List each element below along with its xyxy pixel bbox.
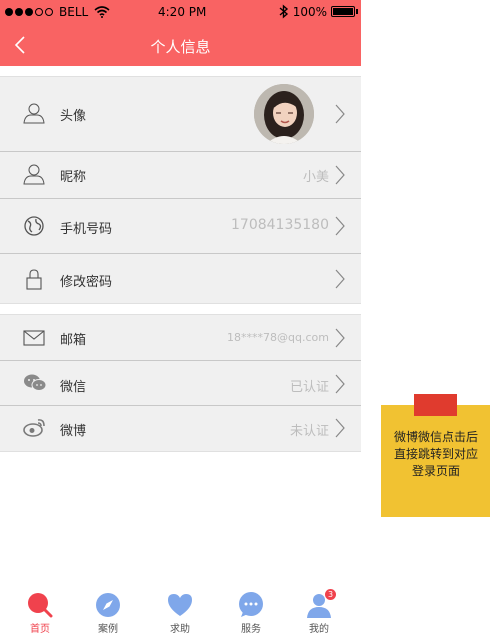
avatar[interactable] [254, 84, 314, 144]
carrier-name: BELL [59, 5, 89, 19]
row-label: 修改密码 [60, 275, 113, 290]
tab-service[interactable]: 服务 [226, 588, 276, 635]
phone-screen: BELL 4:20 PM 100% 个人信息 头像 昵称 小美 手机号码 170… [0, 0, 361, 640]
row-label: 头像 [60, 109, 87, 124]
chevron-right-icon [335, 269, 345, 289]
page-title: 个人信息 [150, 38, 211, 56]
chevron-right-icon [335, 165, 345, 185]
signal-dot-icon [5, 8, 13, 16]
user-icon [23, 103, 45, 124]
compass-icon [96, 593, 120, 617]
chevron-right-icon [335, 418, 345, 438]
chevron-right-icon [335, 104, 345, 124]
weibo-icon [23, 419, 45, 437]
search-icon [28, 593, 53, 618]
tab-label: 求助 [170, 624, 190, 635]
signal-dot-icon [15, 8, 23, 16]
annotation-note: 微博微信点击后直接跳转到对应登录页面 [381, 394, 490, 517]
heart-icon [168, 594, 192, 616]
note-pin [414, 394, 457, 416]
mail-icon [23, 330, 45, 346]
email-value: 18****78@qq.com [227, 331, 329, 344]
wechat-icon [24, 374, 47, 391]
tab-label: 服务 [241, 624, 261, 635]
status-right: 100% [279, 4, 358, 19]
note-text: 微博微信点击后直接跳转到对应登录页面 [393, 430, 478, 478]
signal-carrier: BELL [5, 5, 110, 19]
notification-badge: 3 [325, 589, 336, 600]
row-label: 微博 [60, 424, 87, 439]
row-label: 微信 [60, 380, 87, 395]
tab-bar: 首页 案例 求助 服务 3 我的 [0, 588, 361, 640]
phone-value: 17084135180 [231, 217, 329, 233]
lock-icon [26, 269, 42, 290]
user-icon [23, 164, 45, 185]
row-nickname[interactable]: 昵称 小美 [0, 152, 361, 199]
row-label: 昵称 [60, 170, 87, 185]
wifi-icon [94, 6, 110, 18]
signal-dot-empty-icon [45, 8, 53, 16]
battery-icon [331, 6, 358, 17]
tab-label: 案例 [98, 624, 118, 635]
accounts-group: 邮箱 18****78@qq.com 微信 已认证 微博 未认证 [0, 314, 361, 452]
row-weibo[interactable]: 微博 未认证 [0, 406, 361, 451]
signal-dot-icon [25, 8, 33, 16]
chat-icon [239, 592, 263, 617]
tab-label: 我的 [309, 624, 329, 635]
tab-help[interactable]: 求助 [155, 588, 205, 635]
row-phone[interactable]: 手机号码 17084135180 [0, 199, 361, 254]
bluetooth-icon [279, 4, 288, 19]
weibo-status: 未认证 [289, 424, 329, 439]
wechat-status: 已认证 [289, 380, 329, 395]
profile-group: 头像 昵称 小美 手机号码 17084135180 修改密码 [0, 76, 361, 304]
tab-cases[interactable]: 案例 [83, 588, 133, 635]
status-bar: BELL 4:20 PM 100% [0, 0, 361, 25]
row-avatar[interactable]: 头像 [0, 77, 361, 152]
row-label: 邮箱 [60, 333, 87, 348]
status-time: 4:20 PM [158, 5, 207, 19]
chevron-right-icon [335, 328, 345, 348]
avatar-photo [254, 84, 314, 144]
chevron-right-icon [335, 216, 345, 236]
row-email[interactable]: 邮箱 18****78@qq.com [0, 315, 361, 361]
row-label: 手机号码 [60, 222, 113, 237]
tab-mine[interactable]: 3 我的 [294, 588, 344, 635]
chevron-right-icon [335, 374, 345, 394]
nickname-value: 小美 [302, 170, 329, 185]
tab-label: 首页 [30, 624, 50, 635]
signal-dot-empty-icon [35, 8, 43, 16]
battery-percent: 100% [292, 4, 327, 19]
nav-bar: 个人信息 [0, 25, 361, 66]
tab-home[interactable]: 首页 [15, 588, 65, 635]
row-change-password[interactable]: 修改密码 [0, 254, 361, 303]
row-wechat[interactable]: 微信 已认证 [0, 361, 361, 406]
globe-icon [24, 216, 44, 236]
